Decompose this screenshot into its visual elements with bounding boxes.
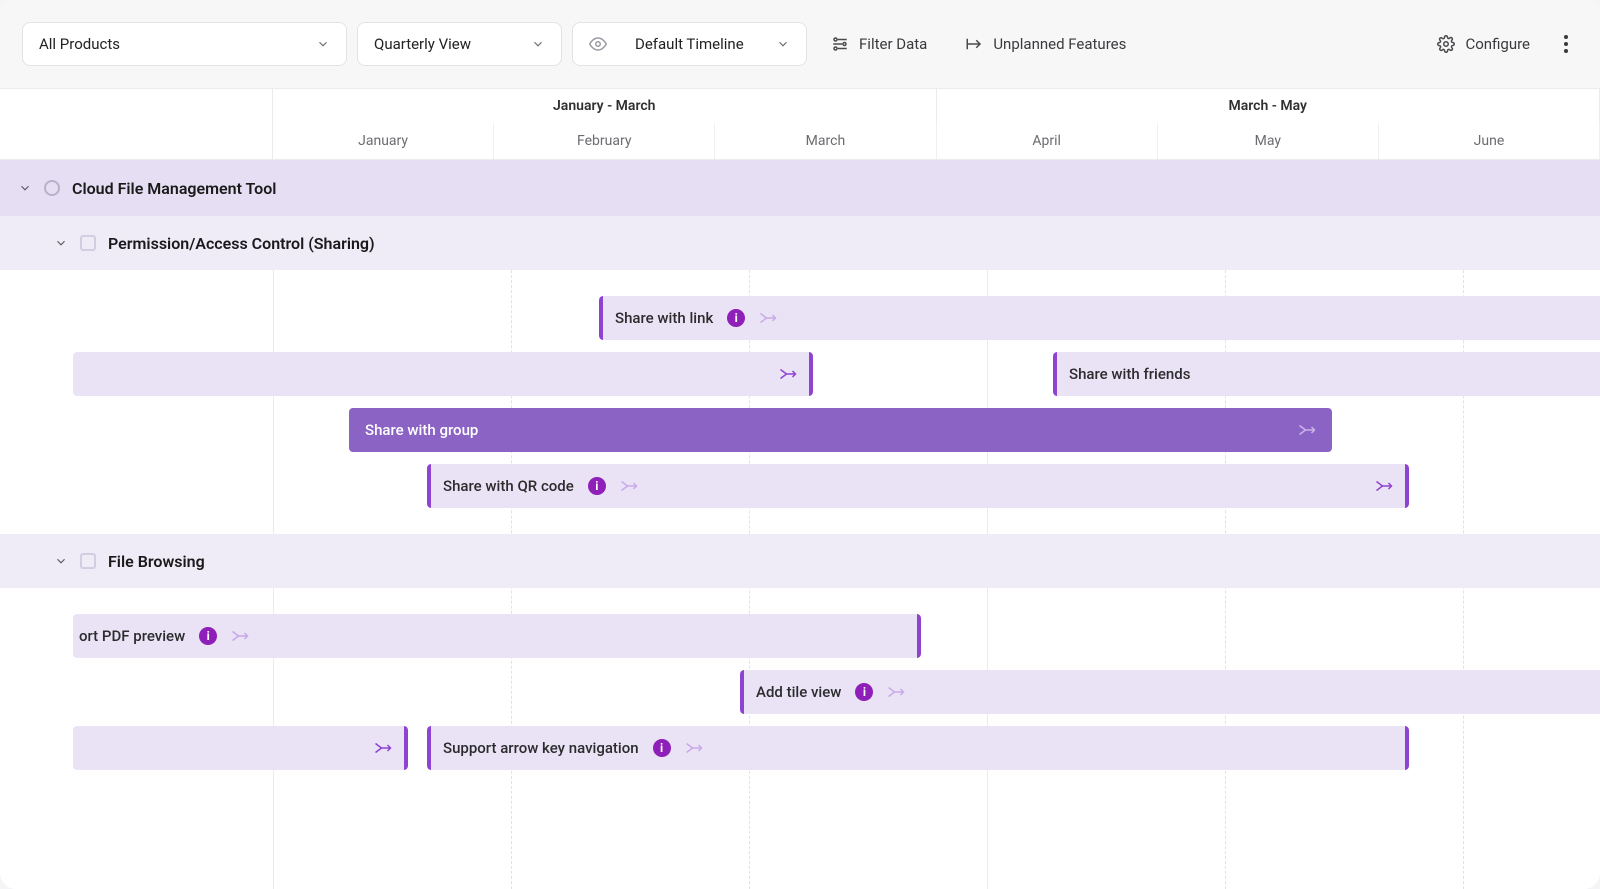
sliders-icon [831, 35, 849, 53]
info-icon[interactable]: i [653, 739, 671, 757]
month-header: May [1158, 123, 1379, 159]
timeline-dropdown-label: Default Timeline [635, 35, 756, 53]
section-row[interactable]: File Browsing [0, 534, 1600, 588]
merge-icon [374, 741, 392, 755]
section-row[interactable]: Permission/Access Control (Sharing) [0, 216, 1600, 270]
feature-bar[interactable]: Share with QR code i [427, 464, 1409, 508]
quarter-header: January - March [273, 89, 937, 123]
merge-icon [231, 629, 249, 643]
month-header: January [273, 123, 494, 159]
info-icon[interactable]: i [855, 683, 873, 701]
chevron-down-icon [54, 236, 68, 250]
timeline-header: January - MarchMarch - May JanuaryFebrua… [0, 88, 1600, 160]
section-label: File Browsing [108, 552, 205, 571]
chevron-down-icon [316, 37, 330, 51]
feature-bar[interactable]: Share with friends [1053, 352, 1600, 396]
feature-bar-label: Support arrow key navigation [443, 739, 639, 757]
filter-button[interactable]: Filter Data [817, 22, 941, 66]
merge-icon [759, 311, 777, 325]
feature-bar-label: Add tile view [756, 683, 841, 701]
app-root: All Products Quarterly View Default Time… [0, 0, 1600, 889]
month-header: March [715, 123, 936, 159]
product-group-label: Cloud File Management Tool [72, 179, 276, 198]
lanes: ort PDF previewiAdd tile viewiSupport ar… [0, 588, 1600, 796]
filter-label: Filter Data [859, 35, 927, 53]
month-header: February [494, 123, 715, 159]
view-dropdown[interactable]: Quarterly View [357, 22, 562, 66]
info-icon[interactable]: i [588, 477, 606, 495]
month-header: April [937, 123, 1158, 159]
product-group-row[interactable]: Cloud File Management Tool [0, 160, 1600, 216]
status-circle-icon [44, 180, 60, 196]
info-icon[interactable]: i [199, 627, 217, 645]
feature-bar[interactable] [73, 352, 813, 396]
merge-icon [1375, 479, 1393, 493]
unplanned-label: Unplanned Features [993, 35, 1126, 53]
checkbox-icon [80, 235, 96, 251]
section-label: Permission/Access Control (Sharing) [108, 234, 375, 253]
more-menu[interactable] [1554, 22, 1578, 66]
checkbox-icon [80, 553, 96, 569]
quarter-header: March - May [937, 89, 1600, 123]
gear-icon [1437, 35, 1455, 53]
merge-icon [620, 479, 638, 493]
configure-label: Configure [1465, 35, 1530, 53]
feature-bar-label: Share with link [615, 309, 713, 327]
products-dropdown[interactable]: All Products [22, 22, 347, 66]
merge-icon [779, 367, 797, 381]
feature-bar-label: Share with group [365, 421, 478, 439]
merge-icon [685, 741, 703, 755]
products-dropdown-label: All Products [39, 35, 296, 53]
feature-bar[interactable]: Add tile view i [740, 670, 1600, 714]
feature-bar[interactable] [73, 726, 408, 770]
feature-bar[interactable]: ort PDF preview i [73, 614, 921, 658]
toolbar: All Products Quarterly View Default Time… [0, 0, 1600, 88]
chevron-down-icon [54, 554, 68, 568]
feature-bar[interactable]: Share with group [349, 408, 1332, 452]
merge-icon [887, 685, 905, 699]
timeline-dropdown[interactable]: Default Timeline [572, 22, 807, 66]
unplanned-button[interactable]: Unplanned Features [951, 22, 1140, 66]
view-dropdown-label: Quarterly View [374, 35, 511, 53]
chevron-down-icon [18, 181, 32, 195]
month-header: June [1379, 123, 1600, 159]
unplanned-icon [965, 35, 983, 53]
eye-icon [589, 35, 607, 53]
feature-bar[interactable]: Support arrow key navigation i [427, 726, 1409, 770]
timeline-content: Cloud File Management Tool Permission/Acc… [0, 160, 1600, 889]
chevron-down-icon [776, 37, 790, 51]
feature-bar[interactable]: Share with link i [599, 296, 1600, 340]
configure-button[interactable]: Configure [1423, 22, 1544, 66]
feature-bar-label: Share with QR code [443, 477, 574, 495]
merge-icon [1298, 423, 1316, 437]
feature-bar-label: ort PDF preview [79, 627, 185, 645]
lanes: Share with link i Share with friends Share … [0, 270, 1600, 534]
feature-bar-label: Share with friends [1069, 365, 1190, 383]
info-icon[interactable]: i [727, 309, 745, 327]
chevron-down-icon [531, 37, 545, 51]
